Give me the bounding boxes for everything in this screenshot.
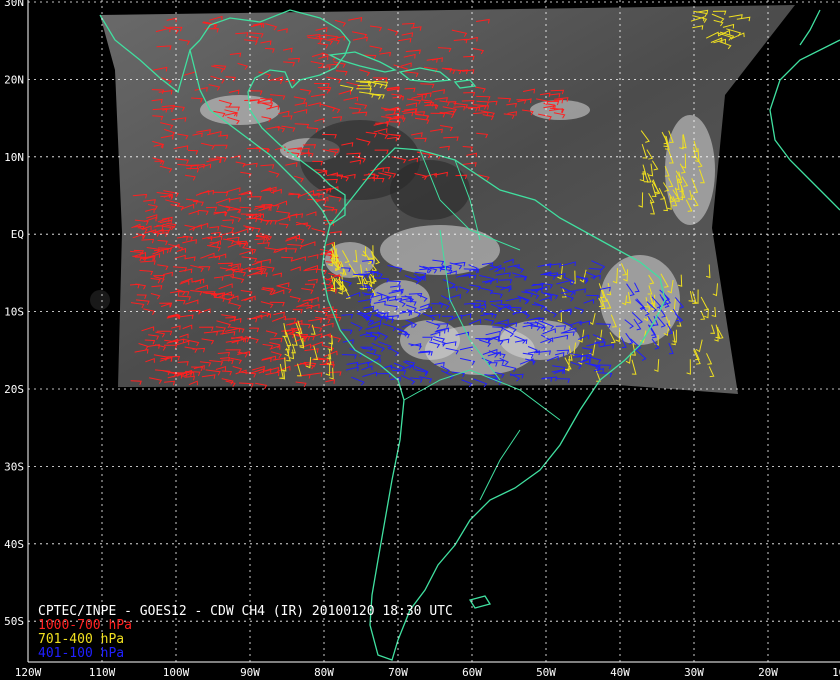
ir-imagery-swath	[90, 5, 795, 394]
coastline	[799, 9, 821, 46]
dark-patch	[90, 290, 110, 310]
cloud-patch	[530, 100, 590, 120]
wind-vector-map: 30N 20N 10N EQ 10S 20S 30S 40S 50S 120W 110W 100W 90…	[4, 0, 840, 679]
cloud-patch	[400, 320, 460, 360]
lon-label: 30W	[684, 666, 704, 679]
coastline	[769, 39, 840, 211]
lon-label: 50W	[536, 666, 556, 679]
legend-item-mid: 701-400 hPa	[38, 632, 125, 647]
lat-label: 20N	[4, 73, 24, 86]
lat-label: EQ	[11, 228, 24, 241]
lat-label: 30N	[4, 0, 24, 9]
country-border	[479, 429, 521, 501]
lon-label: 120W	[15, 666, 42, 679]
coastline	[468, 595, 492, 609]
lon-label: 20W	[758, 666, 778, 679]
lon-label: 80W	[314, 666, 334, 679]
lat-label: 50S	[4, 615, 24, 628]
lon-label: 10W	[832, 666, 840, 679]
lon-label: 70W	[388, 666, 408, 679]
satellite-map-view: 30N 20N 10N EQ 10S 20S 30S 40S 50S 120W 110W 100W 90…	[0, 0, 840, 680]
legend-item-low: 1000-700 hPa	[38, 618, 132, 633]
lat-label: 30S	[4, 460, 24, 473]
lat-label: 10S	[4, 306, 24, 319]
legend-item-high: 401-100 hPa	[38, 646, 125, 661]
lat-label: 20S	[4, 383, 24, 396]
lon-label: 100W	[163, 666, 190, 679]
cloud-patch	[500, 320, 580, 360]
lon-label: 40W	[610, 666, 630, 679]
lon-label: 90W	[240, 666, 260, 679]
lon-label: 110W	[89, 666, 116, 679]
lat-label: 40S	[4, 538, 24, 551]
lat-label: 10N	[4, 151, 24, 164]
lon-label: 60W	[462, 666, 482, 679]
product-title: CPTEC/INPE - GOES12 - CDW CH4 (IR) 20100…	[38, 604, 453, 619]
